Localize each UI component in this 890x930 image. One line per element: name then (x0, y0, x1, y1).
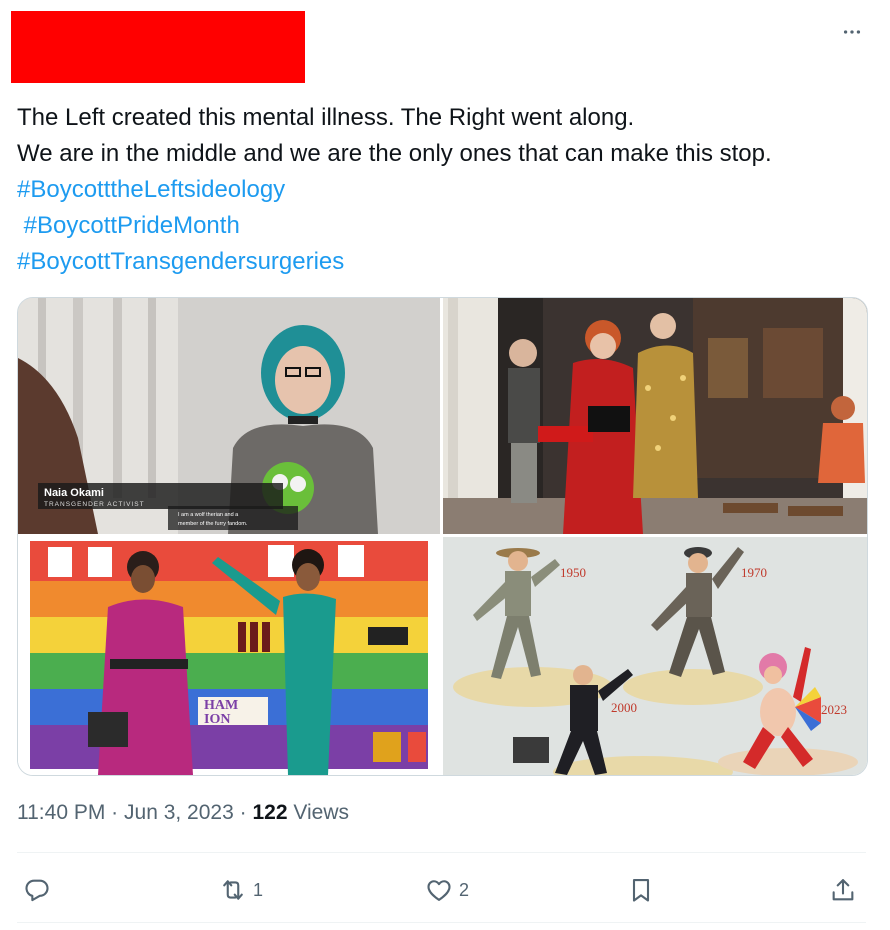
title-label: TRANSGENDER ACTIVIST (44, 501, 145, 508)
divider (17, 922, 866, 923)
year-label-2000: 2000 (611, 700, 637, 715)
hashtag-link[interactable]: #BoycottPrideMonth (17, 208, 877, 244)
media-image-3[interactable]: HAM ION (18, 537, 440, 775)
separator-dot: · (111, 801, 119, 824)
sign-text-1: HAM (204, 698, 238, 713)
retweet-button[interactable]: 1 (219, 868, 263, 912)
views-count: 122 (252, 801, 288, 824)
share-icon (832, 879, 854, 901)
caption-line-2: member of the furry fandom. (178, 521, 248, 527)
street-photo (443, 298, 867, 534)
media-image-4[interactable]: 1950 1970 2000 2023 (443, 537, 867, 775)
action-bar: 1 2 (17, 868, 866, 912)
tweet-line-2: We are in the middle and we are the only… (17, 140, 772, 167)
sign-text-2: ION (204, 712, 230, 727)
year-label-1970: 1970 (741, 565, 767, 580)
tweet-meta: 11:40 PM · Jun 3, 2023 · 122 Views (17, 801, 349, 825)
retweet-count: 1 (253, 879, 264, 900)
separator-dot: · (239, 801, 247, 824)
merchandise-collage-photo: HAM ION (18, 537, 440, 775)
media-grid: Naia Okami TRANSGENDER ACTIVIST I am a w… (17, 297, 868, 776)
bookmark-button[interactable] (627, 868, 655, 912)
retweet-icon (223, 880, 243, 900)
like-button[interactable]: 2 (425, 868, 469, 912)
cartoon-timeline-illustration: 1950 1970 2000 2023 (443, 537, 867, 775)
interview-photo: Naia Okami TRANSGENDER ACTIVIST I am a w… (18, 298, 440, 534)
caption-line-1: I am a wolf therian and a (178, 512, 239, 518)
views-label: Views (293, 801, 349, 824)
divider (17, 852, 866, 853)
like-count: 2 (459, 879, 470, 900)
tweet-text: The Left created this mental illness. Th… (17, 100, 877, 280)
reply-icon (25, 879, 49, 902)
reply-button[interactable] (23, 868, 57, 912)
tweet-line-1: The Left created this mental illness. Th… (17, 104, 635, 131)
name-label: Naia Okami (44, 487, 104, 499)
tweet-time[interactable]: 11:40 PM (17, 801, 105, 824)
tweet-date[interactable]: Jun 3, 2023 (124, 801, 234, 824)
media-image-1[interactable]: Naia Okami TRANSGENDER ACTIVIST I am a w… (18, 298, 440, 534)
hashtag-link[interactable]: #BoycottTransgendersurgeries (17, 244, 877, 280)
share-button[interactable] (829, 868, 857, 912)
heart-icon (427, 880, 451, 901)
more-horizontal-icon (843, 30, 861, 34)
redacted-author-block (11, 11, 305, 83)
media-image-2[interactable] (443, 298, 867, 534)
more-options-button[interactable] (838, 20, 866, 44)
hashtag-link[interactable]: #BoycotttheLeftsideology (17, 172, 877, 208)
bookmark-icon (632, 879, 650, 902)
year-label-2023: 2023 (821, 702, 847, 717)
year-label-1950: 1950 (560, 565, 586, 580)
